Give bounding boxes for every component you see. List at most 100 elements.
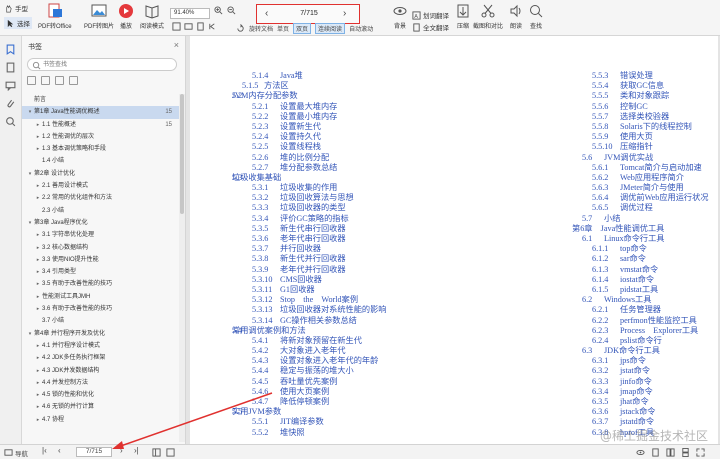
bookmark-item[interactable]: ▸ 4.7 协程 — [22, 414, 180, 426]
zoom-input[interactable]: 91.40% — [170, 8, 210, 19]
hand-tool-button[interactable]: 手型 — [4, 3, 28, 13]
toc-entry[interactable]: 6.2.2 perfmon性能监控工具 — [572, 316, 709, 326]
fullscreen-icon[interactable] — [696, 448, 705, 457]
toc-entry[interactable]: 5.6.4 调优前Web应用运行状况 — [572, 193, 709, 203]
last-page-icon[interactable]: ›| — [134, 446, 139, 455]
toc-entry[interactable]: 5.3.4 评价GC策略的指标 — [232, 214, 386, 224]
toc-entry[interactable]: 5.5.10 压缩指针 — [572, 142, 709, 152]
toc-entry[interactable]: 5.5.6 控制GC — [572, 102, 709, 112]
expand-icon[interactable]: ▸ — [34, 229, 42, 241]
bookmark-item[interactable]: ▸ 4.6 无锁的并行计算 — [22, 401, 180, 413]
toc-entry[interactable]: 5.3.11 G1回收器 — [232, 285, 386, 295]
toc-entry[interactable]: 6.1.5 pidstat工具 — [572, 285, 709, 295]
expand-icon[interactable]: ▸ — [34, 389, 42, 401]
actual-size-icon[interactable] — [196, 22, 205, 31]
add-child-bookmark-icon[interactable] — [41, 76, 50, 85]
bookmark-item[interactable]: ▸ 4.3 JDK并发数据结构 — [22, 365, 180, 377]
toc-entry[interactable]: 5.3.1 垃圾收集的作用 — [232, 183, 386, 193]
toc-entry[interactable]: 6.2.1 任务管理器 — [572, 305, 709, 315]
comment-panel-icon[interactable] — [5, 80, 16, 91]
bookmark-item[interactable]: 3.7 小结 — [22, 315, 180, 327]
double-page-tab[interactable]: 双页 — [293, 23, 312, 34]
pdf-to-office-button[interactable]: PDF转Office — [38, 3, 72, 30]
page-number-input[interactable]: 7/715 — [287, 10, 331, 17]
bookmark-item[interactable]: ▾ 第4章 并行程序开发及优化 — [22, 328, 180, 340]
toc-entry[interactable]: 6.1.2 sar命令 — [572, 254, 709, 264]
toc-entry[interactable]: 5.4.6 使用大页案例 — [232, 387, 386, 397]
bookmark-panel-icon[interactable] — [5, 44, 16, 55]
toc-entry[interactable]: 5.3.10 CMS回收器 — [232, 275, 386, 285]
toc-entry[interactable]: 5.3.5 新生代串行回收器 — [232, 224, 386, 234]
bookmark-item[interactable]: ▸ 4.1 并行程序设计模式 — [22, 340, 180, 352]
single-page-tab[interactable]: 单页 — [277, 24, 289, 33]
toc-entry[interactable]: 5.4.1 将新对象预留在新生代 — [232, 336, 386, 346]
bookmark-item[interactable]: ▸ 1.2 性能调优的层次 — [22, 131, 180, 143]
toc-entry[interactable]: 6.3 JDK命令行工具 — [572, 346, 709, 356]
toc-entry[interactable]: 5.3.8 新生代并行回收器 — [232, 254, 386, 264]
expand-icon[interactable]: ▸ — [34, 131, 42, 143]
toc-entry[interactable]: 5.3.9 老年代并行回收器 — [232, 265, 386, 275]
bookmark-item[interactable]: 前言 — [22, 94, 180, 106]
bookmark-item[interactable]: ▸ 3.1 字符串优化处理 — [22, 229, 180, 241]
full-translate-button[interactable]: 全文翻译 — [412, 22, 449, 32]
toc-entry[interactable]: 5.6 JVM调优实战 — [572, 153, 709, 163]
toc-entry[interactable]: 5.5实用JVM参数 — [232, 407, 386, 417]
bookmark-scrollbar[interactable] — [179, 94, 185, 442]
toc-entry[interactable]: 5.5.1 JIT编译参数 — [232, 417, 386, 427]
bookmark-item[interactable]: ▸ 4.5 锁的性能和优化 — [22, 389, 180, 401]
find-button[interactable]: 查找 — [528, 3, 544, 30]
auto-scroll-button[interactable]: 自动滚动 — [349, 24, 373, 33]
toc-entry[interactable]: 5.4常用调优案例和方法 — [232, 326, 386, 336]
expand-icon[interactable]: ▸ — [34, 365, 42, 377]
expand-icon[interactable]: ▸ — [34, 192, 42, 204]
crop-compare-button[interactable]: 截图和对比 — [473, 3, 503, 30]
add-bookmark-icon[interactable] — [27, 76, 36, 85]
expand-icon[interactable]: ▸ — [34, 377, 42, 389]
toc-entry[interactable]: 5.2.7 堆分配参数总结 — [232, 163, 386, 173]
toc-entry[interactable]: 5.2.4 设置持久代 — [232, 132, 386, 142]
toc-entry[interactable]: 6.2.4 pslist命令行 — [572, 336, 709, 346]
scrollbar-thumb[interactable] — [180, 94, 184, 214]
background-button[interactable]: 背景 — [392, 3, 408, 30]
expand-all-icon[interactable] — [69, 76, 78, 85]
toc-entry[interactable]: 5.2.6 堆的比例分配 — [232, 153, 386, 163]
next-page-icon[interactable]: › — [120, 446, 123, 455]
toc-entry[interactable]: 5.3.12 Stop the World案例 — [232, 295, 386, 305]
compress-button[interactable]: 压缩 — [455, 3, 471, 30]
status-page-input[interactable]: 7/715 — [76, 447, 112, 457]
bookmark-item[interactable]: 2.3 小结 — [22, 205, 180, 217]
pdf-to-image-button[interactable]: PDF转图片 — [84, 3, 114, 30]
toc-entry[interactable]: 5.6.1 Tomcat简介与启动加速 — [572, 163, 709, 173]
bookmark-item[interactable]: ▸ 性能测试工具JMH — [22, 291, 180, 303]
collapse-icon[interactable]: ▾ — [26, 328, 34, 340]
toc-entry[interactable]: 5.7 小结 — [572, 214, 709, 224]
search-panel-icon[interactable] — [5, 116, 16, 127]
toc-entry[interactable]: 5.3垃圾收集基础 — [232, 173, 386, 183]
toc-entry[interactable]: 6.1.3 vmstat命令 — [572, 265, 709, 275]
toc-entry[interactable]: 5.2.2 设置最小堆内存 — [232, 112, 386, 122]
toc-entry[interactable]: 5.3.13 垃圾回收器对系统性能的影响 — [232, 305, 386, 315]
zoom-in-icon[interactable] — [214, 6, 223, 15]
single-page-view-icon[interactable] — [651, 448, 660, 457]
expand-icon[interactable]: ▸ — [34, 119, 42, 131]
toc-entry[interactable]: 6.3.2 jstat命令 — [572, 366, 709, 376]
bookmark-item[interactable]: ▸ 4.4 并发控制方法 — [22, 377, 180, 389]
toc-entry[interactable]: 5.3.14 GC操作相关参数总结 — [232, 316, 386, 326]
bookmark-item[interactable]: ▸ 3.2 核心数据结构 — [22, 242, 180, 254]
toc-entry[interactable]: 5.1.5 方法区 — [232, 81, 386, 91]
next-page-icon[interactable]: › — [343, 8, 346, 19]
bookmark-item[interactable]: ▾ 第2章 设计优化 — [22, 168, 180, 180]
navigation-icon[interactable] — [4, 448, 13, 457]
bookmark-item[interactable]: ▸ 3.3 使用NIO提升性能 — [22, 254, 180, 266]
bookmark-item[interactable]: ▸ 2.1 善用设计模式 — [22, 180, 180, 192]
expand-icon[interactable]: ▸ — [34, 401, 42, 413]
zoom-out-icon[interactable] — [227, 6, 236, 15]
toc-entry[interactable]: 5.1.4 Java堆 — [232, 71, 386, 81]
collapse-icon[interactable]: ▾ — [26, 217, 34, 229]
expand-icon[interactable]: ▸ — [34, 180, 42, 192]
bookmark-item[interactable]: ▸ 1.1 性能概述 15 — [22, 119, 180, 131]
toc-entry[interactable]: 5.4.4 稳定与振荡的堆大小 — [232, 366, 386, 376]
toc-entry[interactable]: 6.1.4 iostat命令 — [572, 275, 709, 285]
toc-entry[interactable]: 5.5.8 Solaris下的线程控制 — [572, 122, 709, 132]
bookmark-item[interactable]: ▸ 1.3 基本调优策略和手段 — [22, 143, 180, 155]
